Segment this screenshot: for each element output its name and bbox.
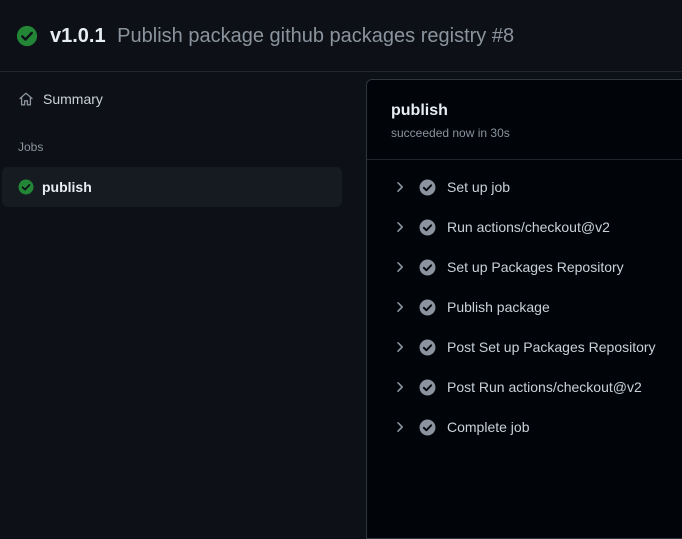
check-circle-fill-icon (419, 339, 436, 355)
job-step[interactable]: Complete job (367, 407, 682, 447)
check-circle-fill-icon (419, 259, 436, 275)
check-circle-fill-icon (16, 25, 38, 47)
chevron-right-icon (397, 342, 403, 352)
job-title: publish (391, 102, 448, 119)
job-step[interactable]: Set up Packages Repository (367, 247, 682, 287)
sidebar: Summary Jobs publish (0, 72, 350, 524)
job-step-label: Run actions/checkout@v2 (447, 219, 610, 235)
workflow-run-title: v1.0.1 Publish package github packages r… (50, 22, 514, 50)
sidebar-item-job-publish[interactable]: publish (2, 167, 342, 207)
check-circle-fill-icon (419, 419, 436, 435)
home-icon (19, 92, 33, 106)
sidebar-item-label: publish (42, 179, 92, 195)
chevron-right-icon (397, 222, 403, 232)
jobs-heading: Jobs (18, 140, 44, 154)
sidebar-item-label: Summary (43, 91, 103, 107)
job-step-label: Set up Packages Repository (447, 259, 624, 275)
workflow-name: Publish package github packages registry… (117, 25, 515, 47)
sidebar-item-summary[interactable]: Summary (8, 82, 342, 116)
job-status-text: succeeded now in 30s (391, 126, 510, 140)
job-step-label: Complete job (447, 419, 530, 435)
workflow-run-header: v1.0.1 Publish package github packages r… (0, 0, 682, 72)
chevron-right-icon (397, 262, 403, 272)
job-step[interactable]: Post Set up Packages Repository (367, 327, 682, 367)
job-panel: publish succeeded now in 30s Set up job … (366, 79, 682, 539)
chevron-right-icon (397, 182, 403, 192)
check-circle-fill-icon (18, 179, 34, 195)
check-circle-fill-icon (419, 299, 436, 315)
job-step-label: Set up job (447, 179, 511, 195)
job-step-label: Post Run actions/checkout@v2 (447, 379, 642, 395)
job-panel-header: publish succeeded now in 30s (367, 80, 682, 160)
job-step[interactable]: Run actions/checkout@v2 (367, 207, 682, 247)
job-steps-list: Set up job Run actions/checkout@v2 Set u… (367, 167, 682, 447)
job-step[interactable]: Post Run actions/checkout@v2 (367, 367, 682, 407)
check-circle-fill-icon (419, 179, 436, 195)
job-step-label: Publish package (447, 299, 550, 315)
job-step-label: Post Set up Packages Repository (447, 339, 656, 355)
run-version: v1.0.1 (50, 25, 106, 47)
chevron-right-icon (397, 422, 403, 432)
check-circle-fill-icon (419, 379, 436, 395)
job-step[interactable]: Publish package (367, 287, 682, 327)
job-step[interactable]: Set up job (367, 167, 682, 207)
chevron-right-icon (397, 302, 403, 312)
chevron-right-icon (397, 382, 403, 392)
check-circle-fill-icon (419, 219, 436, 235)
